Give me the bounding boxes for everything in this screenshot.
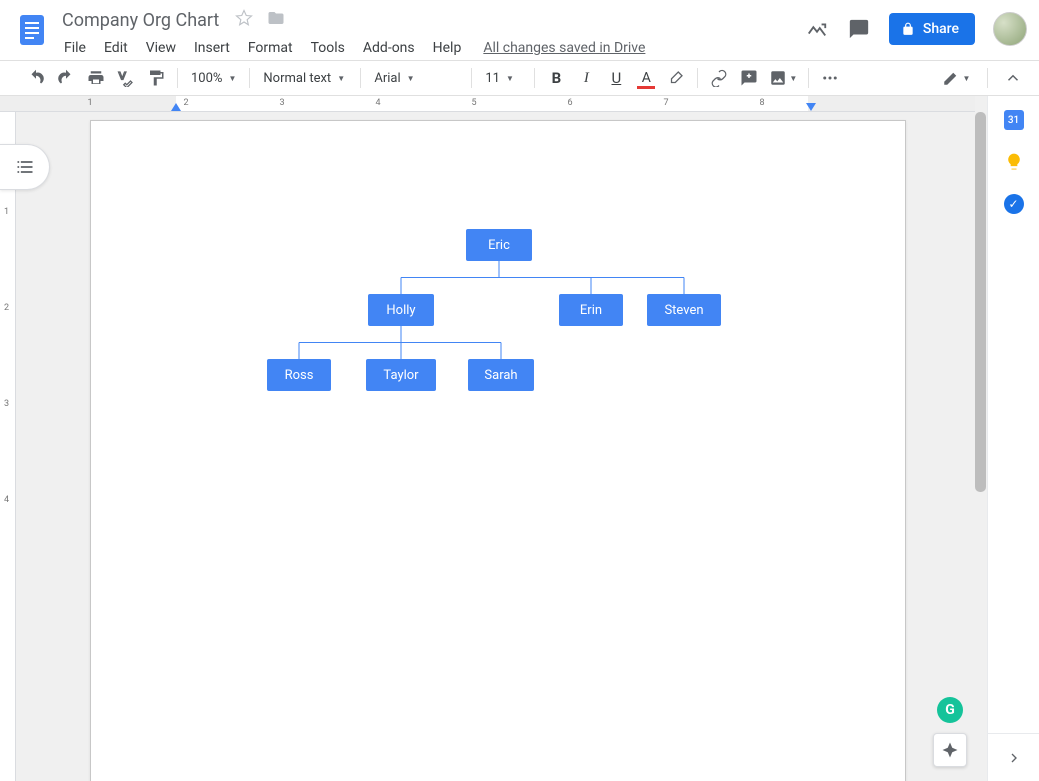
- vruler-label: 1: [4, 207, 9, 217]
- doc-title[interactable]: Company Org Chart: [56, 8, 225, 33]
- org-node-sarah[interactable]: Sarah: [468, 359, 534, 391]
- org-node-ross[interactable]: Ross: [267, 359, 331, 391]
- ruler-label: 2: [183, 98, 188, 108]
- paint-format-button[interactable]: [142, 65, 170, 91]
- menu-view[interactable]: View: [138, 36, 184, 60]
- org-node-holly[interactable]: Holly: [368, 294, 434, 326]
- redo-button[interactable]: [52, 65, 80, 91]
- ruler-label: 6: [567, 98, 572, 108]
- style-select[interactable]: Normal text ▼: [257, 65, 353, 91]
- undo-button[interactable]: [22, 65, 50, 91]
- vruler-label: 2: [4, 303, 9, 313]
- calendar-icon[interactable]: [1004, 110, 1024, 130]
- outline-toggle[interactable]: [0, 144, 50, 190]
- vruler-label: 4: [4, 495, 9, 505]
- folder-icon[interactable]: [267, 9, 285, 31]
- menu-edit[interactable]: Edit: [96, 36, 136, 60]
- text-color-button[interactable]: A: [632, 65, 660, 91]
- explore-button[interactable]: [933, 733, 967, 767]
- avatar[interactable]: [993, 12, 1027, 46]
- font-value: Arial: [374, 71, 400, 86]
- chevron-down-icon: ▼: [337, 74, 345, 83]
- menu-addons[interactable]: Add-ons: [355, 36, 423, 60]
- insert-image-button[interactable]: ▼: [765, 65, 801, 91]
- style-value: Normal text: [263, 71, 331, 86]
- tasks-icon[interactable]: [1004, 194, 1024, 214]
- side-panel-toggle[interactable]: [988, 733, 1039, 781]
- org-node-erin[interactable]: Erin: [559, 294, 623, 326]
- separator: [177, 68, 178, 88]
- indent-marker-right[interactable]: [806, 103, 816, 111]
- comments-icon[interactable]: [847, 17, 871, 41]
- grammarly-icon[interactable]: G: [937, 697, 963, 723]
- share-button[interactable]: Share: [889, 13, 975, 45]
- org-node-eric[interactable]: Eric: [466, 229, 532, 261]
- ruler-label: 1: [87, 98, 92, 108]
- menu-file[interactable]: File: [56, 36, 94, 60]
- underline-button[interactable]: U: [602, 65, 630, 91]
- separator: [534, 68, 535, 88]
- side-panel: [987, 96, 1039, 781]
- document-area[interactable]: 1 2 3 4 5 6 7 8 1 2 3 4 Eric Holly Erin Steven Ross Tay…: [0, 96, 987, 781]
- activity-icon[interactable]: [805, 17, 829, 41]
- ruler-label: 8: [759, 98, 764, 108]
- keep-icon[interactable]: [1004, 152, 1024, 172]
- more-button[interactable]: [816, 65, 844, 91]
- chevron-down-icon: ▼: [228, 74, 236, 83]
- insert-link-button[interactable]: [705, 65, 733, 91]
- separator: [249, 68, 250, 88]
- page[interactable]: Eric Holly Erin Steven Ross Taylor Sarah: [90, 120, 906, 781]
- editing-mode-button[interactable]: ▼: [936, 65, 976, 91]
- org-node-steven[interactable]: Steven: [647, 294, 721, 326]
- chevron-down-icon: ▼: [407, 74, 415, 83]
- print-button[interactable]: [82, 65, 110, 91]
- scrollbar-thumb[interactable]: [975, 112, 986, 492]
- separator: [360, 68, 361, 88]
- ruler-label: 4: [375, 98, 380, 108]
- vruler-label: 3: [4, 399, 9, 409]
- star-icon[interactable]: [235, 9, 253, 31]
- separator: [987, 68, 988, 88]
- menu-tools[interactable]: Tools: [303, 36, 353, 60]
- vertical-ruler[interactable]: 1 2 3 4: [0, 112, 16, 781]
- org-chart[interactable]: Eric Holly Erin Steven Ross Taylor Sarah: [267, 229, 733, 402]
- horizontal-ruler[interactable]: 1 2 3 4 5 6 7 8: [0, 96, 975, 112]
- zoom-select[interactable]: 100% ▼: [185, 65, 242, 91]
- font-select[interactable]: Arial ▼: [368, 65, 464, 91]
- font-size-select[interactable]: 11 ▼: [479, 65, 527, 91]
- vertical-scrollbar[interactable]: [975, 112, 986, 781]
- font-size-value: 11: [485, 71, 500, 86]
- chevron-down-icon: ▼: [506, 74, 514, 83]
- toolbar: 100% ▼ Normal text ▼ Arial ▼ 11 ▼ B I U …: [0, 60, 1039, 96]
- menu-insert[interactable]: Insert: [186, 36, 238, 60]
- highlight-button[interactable]: [662, 65, 690, 91]
- org-node-taylor[interactable]: Taylor: [366, 359, 436, 391]
- save-status[interactable]: All changes saved in Drive: [471, 40, 645, 56]
- collapse-toolbar-button[interactable]: [999, 65, 1027, 91]
- spellcheck-button[interactable]: [112, 65, 140, 91]
- bold-button[interactable]: B: [542, 65, 570, 91]
- zoom-value: 100%: [191, 71, 222, 86]
- indent-marker-left[interactable]: [171, 103, 181, 111]
- menu-help[interactable]: Help: [425, 36, 470, 60]
- separator: [808, 68, 809, 88]
- insert-comment-button[interactable]: [735, 65, 763, 91]
- menu-format[interactable]: Format: [240, 36, 301, 60]
- separator: [471, 68, 472, 88]
- share-label: Share: [923, 21, 959, 37]
- ruler-label: 5: [471, 98, 476, 108]
- ruler-label: 7: [663, 98, 668, 108]
- italic-button[interactable]: I: [572, 65, 600, 91]
- ruler-label: 3: [279, 98, 284, 108]
- separator: [697, 68, 698, 88]
- docs-logo[interactable]: [12, 10, 52, 50]
- menu-bar: File Edit View Insert Format Tools Add-o…: [56, 34, 805, 60]
